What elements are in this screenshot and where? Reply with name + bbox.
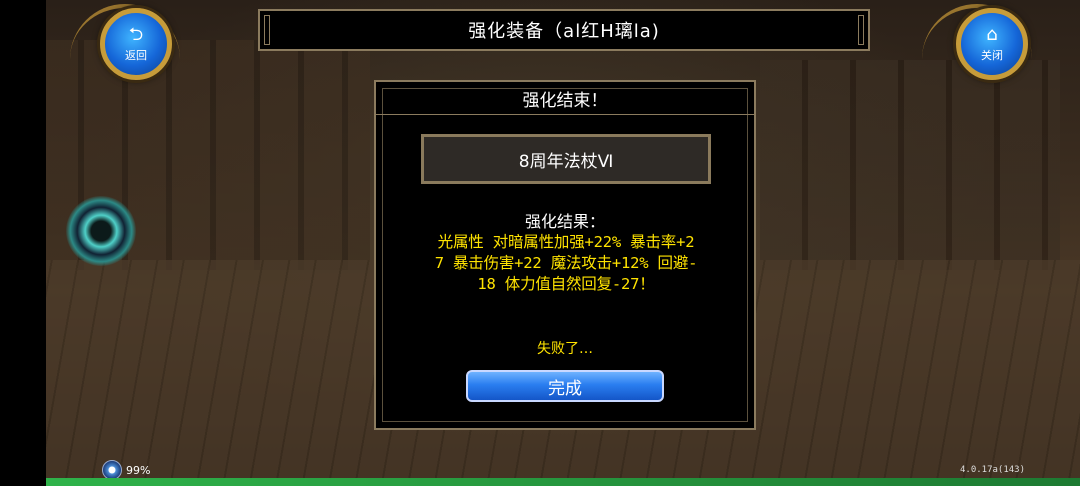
home-icon: ⌂: [986, 23, 998, 45]
page-title-banner: 强化装备（al红H璃la): [258, 9, 870, 51]
enhance-result-dialog: 强化结束！ 8周年法杖Ⅵ 强化结果： 光属性 对暗属性加强+22% 暴击率+2 …: [374, 80, 756, 430]
result-line: 18 体力值自然回复-27！: [477, 275, 655, 293]
item-name-box: 8周年法杖Ⅵ: [421, 134, 711, 184]
return-arrow-icon: ⮌: [128, 23, 144, 45]
dialog-title: 强化结束！: [522, 90, 608, 111]
item-name: 8周年法杖Ⅵ: [518, 151, 614, 172]
portal-icon: [66, 196, 136, 266]
battery-icon: [102, 460, 122, 480]
result-line: 光属性 对暗属性加强+22% 暴击率+2: [437, 233, 695, 251]
building-wall-right: [760, 60, 1060, 270]
close-button-label: 关闭: [981, 48, 1003, 62]
left-edge-bar: [0, 0, 46, 486]
done-button[interactable]: 完成: [466, 370, 664, 402]
result-line: 7 暴击伤害+22 魔法攻击+12% 回避-: [434, 254, 698, 272]
page-title: 强化装备（al红H璃la): [468, 21, 660, 42]
battery-indicator: 99%: [102, 460, 150, 480]
done-button-label: 完成: [548, 378, 582, 399]
close-button[interactable]: ⌂ 关闭: [956, 8, 1028, 80]
back-button[interactable]: ⮌ 返回: [100, 8, 172, 80]
fail-text: 失败了…: [537, 341, 593, 357]
version-text: 4.0.17a(143): [960, 465, 1026, 475]
result-text: 光属性 对暗属性加强+22% 暴击率+2 7 暴击伤害+22 魔法攻击+12% …: [390, 232, 742, 295]
dialog-header: 强化结束！: [376, 82, 754, 115]
bottom-status-bar: [46, 478, 1080, 486]
back-button-label: 返回: [125, 48, 147, 62]
battery-text: 99%: [126, 463, 151, 477]
result-label: 强化结果：: [524, 212, 605, 231]
